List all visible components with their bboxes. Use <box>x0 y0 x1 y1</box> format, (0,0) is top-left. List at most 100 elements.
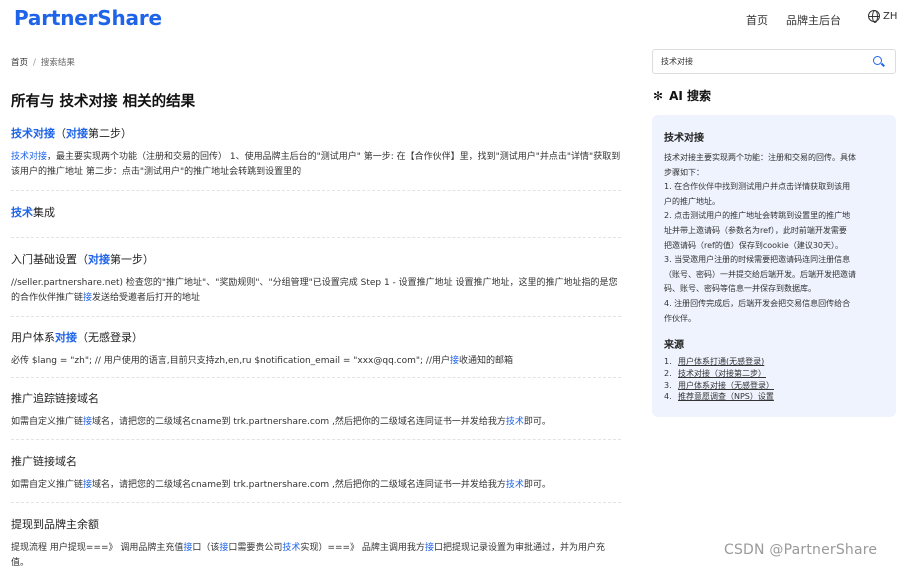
snippet-text: 如需自定义推广链 <box>11 417 84 427</box>
result-divider <box>11 377 621 378</box>
ai-answer-line: 码、账号、密码等信息一并保存到数据库。 <box>664 284 816 294</box>
snippet-text: 域名，请把您的二级域名cname到 trk.partnershare.com ,… <box>92 480 506 490</box>
ai-source-link[interactable]: 用户体系打通(无感登录) <box>678 357 764 366</box>
search-result-title[interactable]: 技术对接（对接第二步） <box>11 125 621 141</box>
search-result-item: 技术集成 <box>11 204 621 220</box>
breadcrumb-current: 搜索结果 <box>40 58 75 68</box>
result-divider <box>11 237 621 238</box>
search-result-snippet: 技术对接，最主要实现两个功能（注册和交易的回传） 1、使用品牌主后台的"测试用户… <box>11 150 621 180</box>
snippet-text: 域名，请把您的二级域名cname到 trk.partnershare.com ,… <box>92 417 506 427</box>
ai-source-item: 1. 用户体系打通(无感登录) <box>664 356 884 368</box>
ai-sparkle-icon: ✻ <box>653 88 664 103</box>
ai-source-number: 1. <box>664 357 672 366</box>
snippet-text: 提现流程 用户提现===》 调用品牌主充值 <box>11 543 184 553</box>
snippet-highlight: 技术 <box>282 543 301 553</box>
snippet-text: 即可。 <box>523 417 551 427</box>
search-icon[interactable] <box>873 56 882 65</box>
top-header: PartnerShare 首页 品牌主后台 ZH <box>0 0 908 38</box>
nav-brand-admin-link[interactable]: 品牌主后台 <box>786 12 841 28</box>
search-result-title[interactable]: 入门基础设置（对接第一步） <box>11 251 621 267</box>
partnershare-logo[interactable]: PartnerShare <box>14 6 162 30</box>
result-title-text: 第一步） <box>110 253 154 266</box>
search-result-item: 入门基础设置（对接第一步） //seller.partnershare.net) … <box>11 251 621 306</box>
snippet-text: 发送给受邀者后打开的地址 <box>92 293 201 303</box>
search-input[interactable] <box>661 54 861 69</box>
page-title-prefix: 所有与 <box>11 94 55 110</box>
result-title-text: （无感登录） <box>77 331 143 344</box>
globe-icon <box>868 10 880 23</box>
search-result-snippet: 如需自定义推广链接域名，请把您的二级域名cname到 trk.partnersh… <box>11 478 621 493</box>
page-title: 所有与 技术对接 相关的结果 <box>11 90 195 111</box>
snippet-highlight: 技术 <box>505 480 524 490</box>
result-title-highlight: 对接 <box>88 253 110 266</box>
snippet-text: 口需要贵公司 <box>228 543 283 553</box>
ai-answer-line: 作伙伴。 <box>664 313 696 323</box>
language-label: ZH <box>883 10 898 22</box>
result-divider <box>11 439 621 440</box>
search-box[interactable] <box>652 49 896 74</box>
ai-source-item: 4. 推荐意愿调查（NPS）设置 <box>664 391 884 403</box>
ai-answer-line: 把邀请码（ref的值）保存到cookie（建议30天）。 <box>664 240 843 250</box>
snippet-highlight: 接 <box>424 543 434 553</box>
result-title-text: 第二步） <box>88 127 132 140</box>
ai-answer-line: 4. 注册回传完成后，后端开发会把交易信息回传给合 <box>664 298 851 308</box>
ai-answer-line: 1. 在合作伙伴中找到测试用户并点击详情获取到该用 <box>664 182 851 192</box>
ai-answer-body: 技术对接主要实现两个功能：注册和交易的回传。具体 步骤如下： 1. 在合作伙伴中找到… <box>664 151 886 326</box>
ai-source-link[interactable]: 用户体系对接（无感登录） <box>678 381 774 390</box>
nav-home-link[interactable]: 首页 <box>746 12 768 28</box>
result-title-text: 入门基础设置（ <box>11 253 88 266</box>
search-result-title[interactable]: 提现到品牌主余额 <box>11 516 621 532</box>
ai-sources-list: 1. 用户体系打通(无感登录) 2. 技术对接（对接第二步） 3. 用户体系对接（无感登录… <box>664 356 884 403</box>
ai-sources-title: 来源 <box>664 340 684 351</box>
result-title-text: （ <box>55 127 66 140</box>
breadcrumb-separator: / <box>33 58 36 68</box>
ai-answer-topic: 技术对接 <box>664 133 704 144</box>
snippet-highlight: 接 <box>449 356 459 366</box>
snippet-text: 收通知的邮箱 <box>459 356 514 366</box>
result-title-highlight: 技术对接 <box>11 127 55 140</box>
page-title-suffix: 相关的结果 <box>122 94 196 110</box>
result-title-text: 推广链接域名 <box>11 455 77 468</box>
ai-source-number: 3. <box>664 380 672 390</box>
ai-source-number: 4. <box>664 392 672 402</box>
search-result-snippet: 如需自定义推广链接域名，请把您的二级域名cname到 trk.partnersh… <box>11 415 621 430</box>
result-title-highlight: 对接 <box>55 331 77 344</box>
search-result-item: 用户体系对接（无感登录） 必传 $lang = "zh"; // 用户使用的语言,… <box>11 329 621 369</box>
ai-source-link[interactable]: 推荐意愿调查（NPS）设置 <box>678 392 774 401</box>
search-result-snippet: 提现流程 用户提现===》 调用品牌主充值接口（该接口需要贵公司技术实现）===… <box>11 541 621 568</box>
result-title-text: 集成 <box>33 206 55 219</box>
breadcrumb-home[interactable]: 首页 <box>11 58 28 68</box>
ai-source-number: 2. <box>664 368 672 378</box>
snippet-highlight: 接 <box>83 417 93 427</box>
snippet-highlight: 接 <box>83 293 93 303</box>
search-result-title[interactable]: 技术集成 <box>11 204 621 220</box>
snippet-text: ，最主要实现两个功能（注册和交易的回传） 1、使用品牌主后台的"测试用户" 第一… <box>11 152 621 177</box>
snippet-highlight: 接 <box>83 480 93 490</box>
result-title-text: 提现到品牌主余额 <box>11 518 99 531</box>
ai-source-item: 2. 技术对接（对接第二步） <box>664 368 884 380</box>
result-title-highlight: 对接 <box>66 127 88 140</box>
snippet-text: 必传 $lang = "zh"; // 用户使用的语言,目前只支持zh,en,r… <box>11 356 450 366</box>
ai-answer-line: 3. 当受邀用户注册的时候需要把邀请码连同注册信息 <box>664 255 851 265</box>
ai-answer-line: 户的推广地址。 <box>664 196 720 206</box>
page-title-query: 技术对接 <box>54 94 123 110</box>
result-title-highlight: 技术 <box>11 206 33 219</box>
result-title-text: 推广追踪链接域名 <box>11 392 99 405</box>
language-switcher[interactable]: ZH <box>868 10 898 23</box>
ai-answer-panel: 技术对接 技术对接主要实现两个功能：注册和交易的回传。具体 步骤如下： 1. 在合作… <box>652 115 896 417</box>
search-result-title[interactable]: 用户体系对接（无感登录） <box>11 329 621 345</box>
snippet-text: 实现）===》 品牌主调用我方 <box>300 543 425 553</box>
search-result-item: 提现到品牌主余额 提现流程 用户提现===》 调用品牌主充值接口（该接口需要贵公司… <box>11 516 621 568</box>
search-result-title[interactable]: 推广追踪链接域名 <box>11 390 621 406</box>
search-result-item: 推广追踪链接域名 如需自定义推广链接域名，请把您的二级域名cname到 trk.p… <box>11 390 621 430</box>
search-result-title[interactable]: 推广链接域名 <box>11 453 621 469</box>
result-divider <box>11 316 621 317</box>
watermark: CSDN @PartnerShare <box>724 542 878 558</box>
snippet-highlight: 技术对接 <box>11 152 48 162</box>
ai-search-title: AI 搜索 <box>669 89 711 103</box>
result-divider <box>11 190 621 191</box>
ai-answer-line: 技术对接主要实现两个功能：注册和交易的回传。具体 <box>664 153 856 162</box>
ai-source-link[interactable]: 技术对接（对接第二步） <box>678 369 766 378</box>
snippet-text: 即可。 <box>523 480 551 490</box>
search-result-snippet: 必传 $lang = "zh"; // 用户使用的语言,目前只支持zh,en,r… <box>11 354 621 369</box>
